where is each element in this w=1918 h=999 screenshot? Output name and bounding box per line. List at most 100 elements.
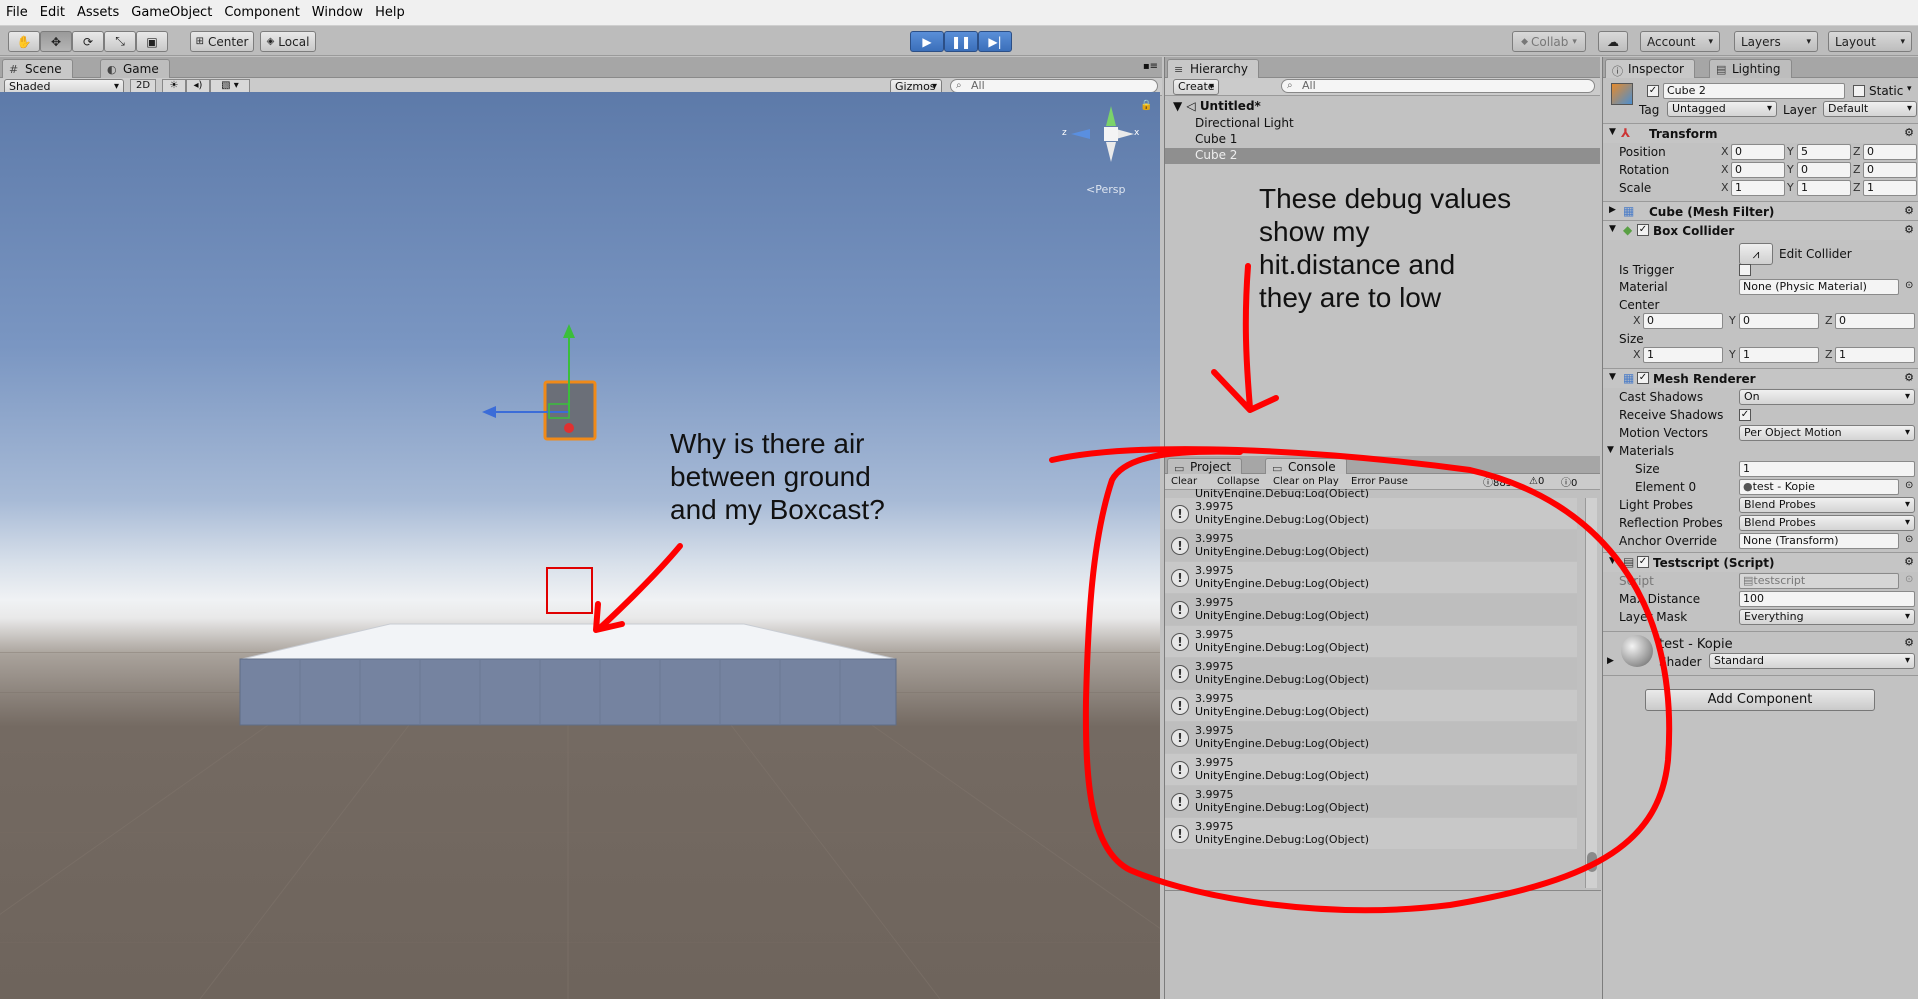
- tab-project[interactable]: ▭ Project: [1167, 458, 1243, 475]
- play-button[interactable]: ▶: [910, 31, 944, 52]
- layer-mask-dropdown[interactable]: Everything: [1739, 609, 1915, 625]
- console-clear-button[interactable]: Clear: [1171, 476, 1197, 487]
- object-active-checkbox[interactable]: ✓: [1647, 85, 1659, 97]
- pause-button[interactable]: ❚❚: [944, 31, 978, 52]
- mesh-renderer-header[interactable]: ▼ ▦ ✓ Mesh Renderer ⚙: [1603, 368, 1918, 388]
- console-log-entry[interactable]: ! 3.9975 UnityEngine.Debug:Log(Object): [1165, 626, 1577, 658]
- testscript-header[interactable]: ▼ ▤ ✓ Testscript (Script) ⚙: [1603, 552, 1918, 572]
- rotation-y-field[interactable]: 0: [1797, 162, 1851, 178]
- collider-size-x-field[interactable]: 1: [1643, 347, 1723, 363]
- console-collapse-button[interactable]: Collapse: [1217, 476, 1260, 487]
- scene-root-row[interactable]: ▼ ◁ Untitled*: [1165, 99, 1600, 115]
- step-button[interactable]: ▶|: [978, 31, 1012, 52]
- layers-dropdown[interactable]: Layers ▾: [1734, 31, 1818, 52]
- element0-field[interactable]: ●test - Kopie: [1739, 479, 1899, 495]
- collab-button[interactable]: ◆ Collab ▾: [1512, 31, 1586, 52]
- lock-icon[interactable]: 🔒: [1140, 100, 1152, 111]
- box-collider-header[interactable]: ▼ ◆ ✓ Box Collider ⚙: [1603, 220, 1918, 240]
- layer-dropdown[interactable]: Default: [1823, 101, 1917, 117]
- rotation-x-field[interactable]: 0: [1731, 162, 1785, 178]
- hierarchy-item-directional-light[interactable]: Directional Light: [1165, 116, 1600, 132]
- tab-game[interactable]: ◐ Game: [100, 59, 170, 78]
- menu-window[interactable]: Window: [312, 5, 371, 20]
- console-log-entry[interactable]: ! 3.9975 UnityEngine.Debug:Log(Object): [1165, 658, 1577, 690]
- console-error-count[interactable]: ⓘ0: [1561, 474, 1577, 489]
- scale-x-field[interactable]: 1: [1731, 180, 1785, 196]
- y-axis-arrow[interactable]: [563, 324, 575, 338]
- panel-menu-icon[interactable]: ▪≡: [1143, 61, 1158, 72]
- gear-icon[interactable]: ⚙: [1904, 636, 1914, 649]
- max-distance-field[interactable]: 100: [1739, 591, 1915, 607]
- gear-icon[interactable]: ⚙: [1904, 126, 1914, 139]
- gear-icon[interactable]: ⚙: [1904, 204, 1914, 217]
- tab-hierarchy[interactable]: ≡ Hierarchy: [1167, 59, 1260, 78]
- z-axis-arrow[interactable]: [482, 406, 496, 418]
- menu-file[interactable]: File: [6, 5, 36, 20]
- console-log-entry[interactable]: ! 3.9975 UnityEngine.Debug:Log(Object): [1165, 562, 1577, 594]
- collider-size-z-field[interactable]: 1: [1835, 347, 1915, 363]
- object-picker-icon[interactable]: ⊙: [1905, 280, 1913, 291]
- hand-tool-button[interactable]: ✋: [8, 31, 40, 52]
- is-trigger-checkbox[interactable]: [1739, 264, 1751, 276]
- menu-gameobject[interactable]: GameObject: [131, 5, 220, 20]
- console-log-entry[interactable]: ! 3.9975 UnityEngine.Debug:Log(Object): [1165, 754, 1577, 786]
- reflection-probes-dropdown[interactable]: Blend Probes: [1739, 515, 1915, 531]
- hierarchy-item-cube-2[interactable]: Cube 2: [1165, 148, 1600, 164]
- motion-vectors-dropdown[interactable]: Per Object Motion: [1739, 425, 1915, 441]
- gear-icon[interactable]: ⚙: [1904, 555, 1914, 568]
- console-log-entry[interactable]: ! 3.9975 UnityEngine.Debug:Log(Object): [1165, 818, 1577, 850]
- shader-dropdown[interactable]: Standard: [1709, 653, 1915, 669]
- receive-shadows-checkbox[interactable]: ✓: [1739, 409, 1751, 421]
- gear-icon[interactable]: ⚙: [1904, 223, 1914, 236]
- console-log-entry[interactable]: ! 3.9975 UnityEngine.Debug:Log(Object): [1165, 530, 1577, 562]
- gear-icon[interactable]: ⚙: [1904, 371, 1914, 384]
- tab-console[interactable]: ▭ Console: [1265, 458, 1347, 475]
- object-picker-icon[interactable]: ⊙: [1905, 534, 1913, 545]
- materials-size-field[interactable]: 1: [1739, 461, 1915, 477]
- account-dropdown[interactable]: Account ▾: [1640, 31, 1720, 52]
- scene-viewport[interactable]: z x <Persp 🔒 Why is there air between gr…: [0, 92, 1160, 999]
- console-log-count[interactable]: ⓘ885: [1483, 474, 1512, 489]
- console-log-entry[interactable]: ! 3.9975 UnityEngine.Debug:Log(Object): [1165, 690, 1577, 722]
- transform-header[interactable]: ▼ ⅄ Transform ⚙: [1603, 123, 1918, 143]
- menu-help[interactable]: Help: [375, 5, 413, 20]
- hierarchy-item-cube-1[interactable]: Cube 1: [1165, 132, 1600, 148]
- tag-dropdown[interactable]: Untagged: [1667, 101, 1777, 117]
- collider-center-x-field[interactable]: 0: [1643, 313, 1723, 329]
- static-checkbox[interactable]: [1853, 85, 1865, 97]
- persp-label[interactable]: <Persp: [1086, 183, 1125, 196]
- pivot-center-button[interactable]: ⊞ Center: [190, 31, 254, 52]
- menu-component[interactable]: Component: [224, 5, 307, 20]
- cloud-button[interactable]: ☁: [1598, 31, 1628, 52]
- move-tool-button[interactable]: ✥: [40, 31, 72, 52]
- console-clear-on-play-button[interactable]: Clear on Play: [1273, 476, 1339, 487]
- tab-lighting[interactable]: ▤ Lighting: [1709, 59, 1792, 78]
- orientation-gizmo[interactable]: z x: [1062, 104, 1139, 174]
- console-log-entry[interactable]: ! 3.9975 UnityEngine.Debug:Log(Object): [1165, 594, 1577, 626]
- console-scrollbar[interactable]: [1585, 498, 1597, 888]
- cast-shadows-dropdown[interactable]: On: [1739, 389, 1915, 405]
- collider-center-z-field[interactable]: 0: [1835, 313, 1915, 329]
- mesh-renderer-enabled-checkbox[interactable]: ✓: [1637, 372, 1649, 384]
- object-picker-icon[interactable]: ⊙: [1905, 480, 1913, 491]
- position-y-field[interactable]: 5: [1797, 144, 1851, 160]
- scale-tool-button[interactable]: ⤡: [104, 31, 136, 52]
- tab-inspector[interactable]: ⓘ Inspector: [1605, 59, 1695, 78]
- hierarchy-search-input[interactable]: ⌕ All: [1281, 79, 1595, 93]
- rect-tool-button[interactable]: ▣: [136, 31, 168, 52]
- chevron-down-icon[interactable]: ▾: [1907, 84, 1912, 94]
- x-axis-handle[interactable]: [564, 423, 574, 433]
- menu-edit[interactable]: Edit: [40, 5, 73, 20]
- console-warning-count[interactable]: ⚠0: [1529, 476, 1544, 487]
- collider-material-field[interactable]: None (Physic Material): [1739, 279, 1899, 295]
- light-probes-dropdown[interactable]: Blend Probes: [1739, 497, 1915, 513]
- console-log-entry[interactable]: ! 3.9975 UnityEngine.Debug:Log(Object): [1165, 498, 1577, 530]
- menu-assets[interactable]: Assets: [77, 5, 127, 20]
- console-error-pause-button[interactable]: Error Pause: [1351, 476, 1408, 487]
- collider-size-y-field[interactable]: 1: [1739, 347, 1819, 363]
- scale-z-field[interactable]: 1: [1863, 180, 1917, 196]
- position-z-field[interactable]: 0: [1863, 144, 1917, 160]
- add-component-button[interactable]: Add Component: [1645, 689, 1875, 711]
- position-x-field[interactable]: 0: [1731, 144, 1785, 160]
- layout-dropdown[interactable]: Layout ▾: [1828, 31, 1912, 52]
